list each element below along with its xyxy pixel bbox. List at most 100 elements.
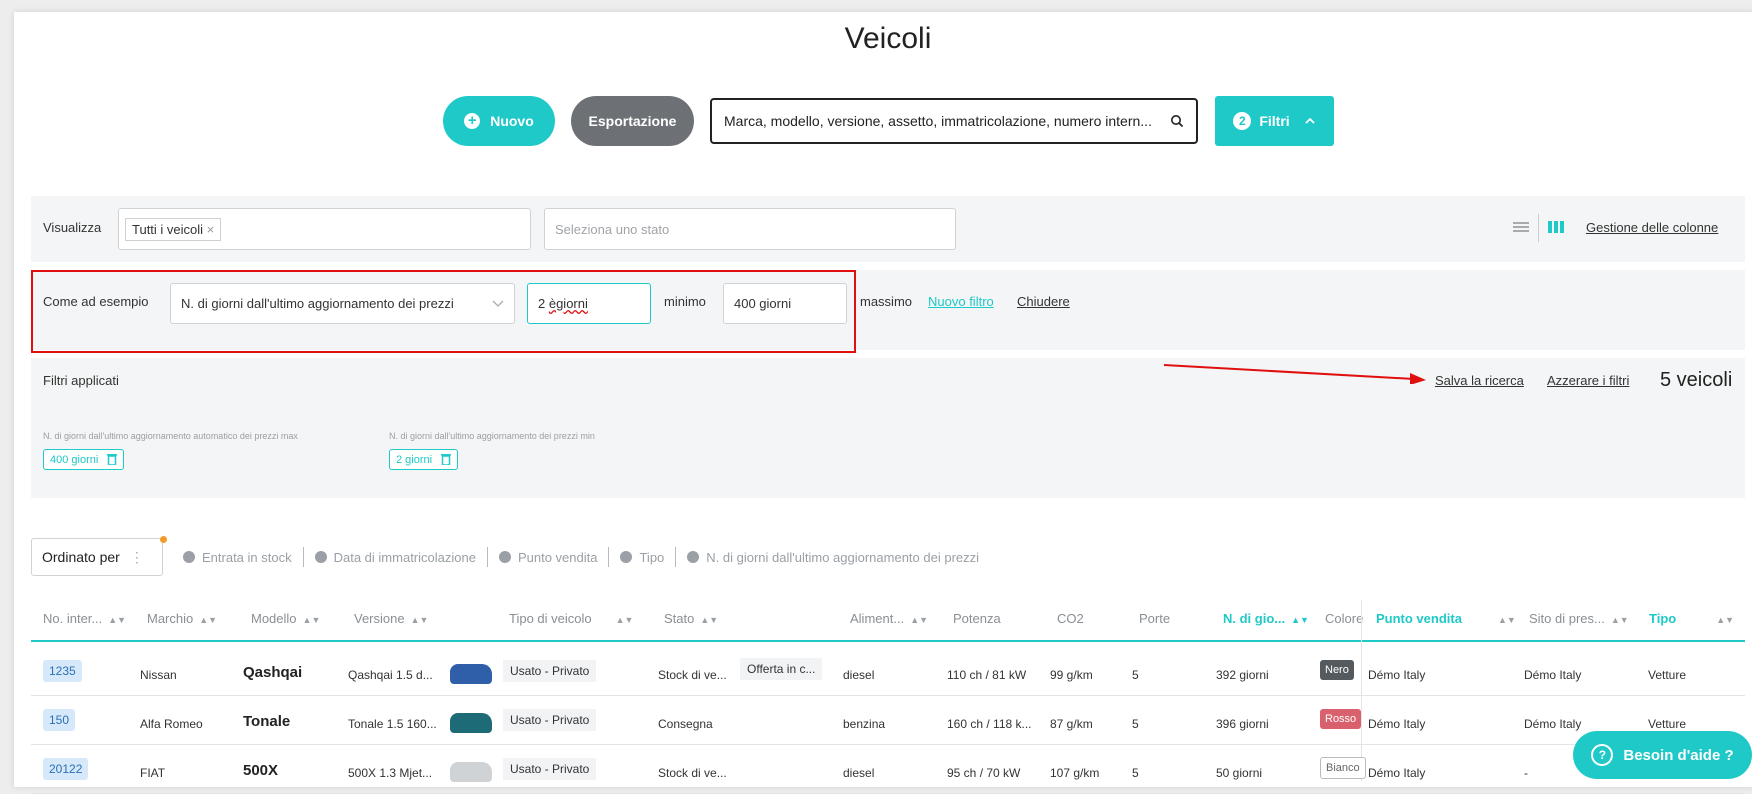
car-thumbnail [450, 664, 492, 684]
sort-option[interactable]: Entrata in stock [183, 550, 292, 565]
sort-option[interactable]: N. di giorni dall'ultimo aggiornamento d… [687, 550, 979, 565]
col-header[interactable]: Tipo ▲▼ [1649, 611, 1734, 626]
model-cell: Tonale [243, 713, 291, 730]
filter-field-select[interactable]: N. di giorni dall'ultimo aggiornamento d… [170, 283, 515, 324]
table-cell: 5 [1132, 666, 1139, 684]
model-cell: 500X [243, 762, 279, 779]
table-cell: Rosso [1320, 709, 1362, 729]
filter-label: Come ad esempio [43, 294, 149, 309]
fuel-cell: diesel [843, 668, 875, 682]
new-filter-link[interactable]: Nuovo filtro [928, 294, 994, 309]
min-days-input[interactable]: 2 ègiorni [527, 283, 651, 324]
export-button[interactable]: Esportazione [571, 96, 694, 146]
doors-cell: 5 [1132, 668, 1139, 682]
applied-tag-caption: N. di giorni dall'ultimo aggiornamento a… [43, 431, 298, 441]
trash-icon[interactable] [441, 453, 452, 466]
new-label: Nuovo [490, 113, 534, 129]
sort-icon [498, 551, 511, 563]
sort-by-button[interactable]: Ordinato per ⋮ [31, 538, 163, 576]
brand-cell: Alfa Romeo [140, 717, 203, 731]
store-cell: Démo Italy [1368, 668, 1426, 682]
table-cell: 50 giorni [1216, 764, 1262, 782]
days-cell: 392 giorni [1216, 668, 1269, 682]
table-cell: benzina [843, 715, 885, 733]
filter-field-value: N. di giorni dall'ultimo aggiornamento d… [181, 296, 454, 311]
view-divider [1538, 214, 1539, 242]
doors-cell: 5 [1132, 766, 1139, 780]
brand-cell: FIAT [140, 766, 166, 780]
version-cell: Tonale 1.5 160... [348, 717, 437, 731]
help-label: Besoin d'aide ? [1623, 746, 1734, 764]
applied-filters-label: Filtri applicati [43, 373, 119, 388]
table-cell: 107 g/km [1050, 764, 1099, 782]
table-cell[interactable]: 150 [43, 709, 76, 731]
table-cell: 5 [1132, 764, 1139, 782]
min-label: minimo [664, 294, 706, 309]
applied-tag-value: 400 giorni [50, 454, 99, 466]
sort-option[interactable]: Data di immatricolazione [314, 550, 476, 565]
col-header[interactable]: N. di gio... ▲▼ [1223, 611, 1309, 626]
table-cell: 500X 1.3 Mjet... [348, 764, 432, 782]
min-days-number: 2 [538, 296, 549, 311]
vehicle-type-badge: Usato - Privato [503, 709, 597, 731]
view-select[interactable]: Tutti i veicoli × [118, 208, 531, 250]
new-vehicle-button[interactable]: + Nuovo [443, 96, 555, 146]
col-header[interactable]: Versione ▲▼ [354, 611, 428, 626]
table-cell: Qashqai 1.5 d... [348, 666, 433, 684]
table-cell: diesel [843, 666, 874, 684]
search-input[interactable]: Marca, modello, versione, assetto, immat… [710, 98, 1198, 144]
search-icon[interactable] [1170, 114, 1184, 128]
table-cell: Démo Italy [1368, 666, 1425, 684]
version-cell: 500X 1.3 Mjet... [348, 766, 433, 780]
state-select[interactable]: Seleziona uno stato [544, 208, 956, 250]
close-icon[interactable]: × [207, 222, 215, 237]
table-cell: Usato - Privato [503, 709, 597, 731]
table-cell: Démo Italy [1368, 764, 1425, 782]
table-cell: Tonale 1.5 160... [348, 715, 437, 733]
table-cell: 95 ch / 70 kW [947, 764, 1020, 782]
help-button[interactable]: ? Besoin d'aide ? [1573, 731, 1752, 779]
list-view-icon[interactable] [1513, 220, 1529, 239]
sort-option[interactable]: Tipo [620, 550, 664, 565]
filters-label: Filtri [1259, 113, 1290, 129]
col-header[interactable]: Tipo di veicolo ▲▼ [509, 611, 633, 626]
applied-tag[interactable]: 2 giorni [389, 449, 459, 470]
store-cell: Démo Italy [1368, 717, 1426, 731]
max-days-input[interactable]: 400 giorni [723, 283, 847, 324]
col-header[interactable]: Punto vendita ▲▼ [1376, 611, 1516, 626]
power-cell: 160 ch / 118 k... [947, 717, 1032, 731]
filters-toggle-button[interactable]: 2 Filtri [1215, 96, 1334, 146]
color-badge: Rosso [1320, 709, 1362, 729]
sort-icon [620, 551, 633, 563]
table-cell: 5 [1132, 715, 1139, 733]
col-header[interactable]: No. inter... ▲▼ [43, 611, 126, 626]
table-cell[interactable]: 20122 [43, 758, 89, 780]
col-header: Porte [1139, 611, 1171, 626]
close-filters-link[interactable]: Chiudere [1017, 294, 1070, 309]
reset-filters-link[interactable]: Azzerare i filtri [1547, 373, 1629, 388]
sort-option[interactable]: Punto vendita [498, 550, 597, 565]
applied-tag-value: 2 giorni [396, 454, 433, 466]
table-cell[interactable]: 1235 [43, 660, 82, 682]
col-header[interactable]: Marchio ▲▼ [147, 611, 217, 626]
col-header[interactable]: Aliment... ▲▼ [850, 611, 928, 626]
chevron-down-icon [492, 300, 504, 307]
manage-columns-link[interactable]: Gestione delle colonne [1586, 220, 1718, 235]
applied-tag[interactable]: 400 giorni [43, 449, 125, 470]
color-badge: Nero [1320, 660, 1354, 680]
columns-view-icon[interactable] [1548, 220, 1564, 239]
table-cell: Vetture [1648, 666, 1686, 684]
header-underline [31, 640, 1745, 642]
trash-icon[interactable] [107, 453, 118, 466]
save-search-link[interactable]: Salva la ricerca [1435, 373, 1524, 388]
divider [675, 547, 677, 567]
doors-cell: 5 [1132, 717, 1139, 731]
col-header[interactable]: Modello ▲▼ [251, 611, 320, 626]
col-header[interactable]: Sito di pres... ▲▼ [1529, 611, 1629, 626]
col-header[interactable]: Stato ▲▼ [664, 611, 718, 626]
sort-options: Entrata in stock Data di immatricolazion… [183, 547, 979, 567]
table-cell: Usato - Privato [503, 758, 597, 780]
col-header: Colore [1325, 611, 1363, 626]
kebab-icon: ⋮ [129, 548, 144, 565]
table-row[interactable] [31, 746, 1745, 794]
